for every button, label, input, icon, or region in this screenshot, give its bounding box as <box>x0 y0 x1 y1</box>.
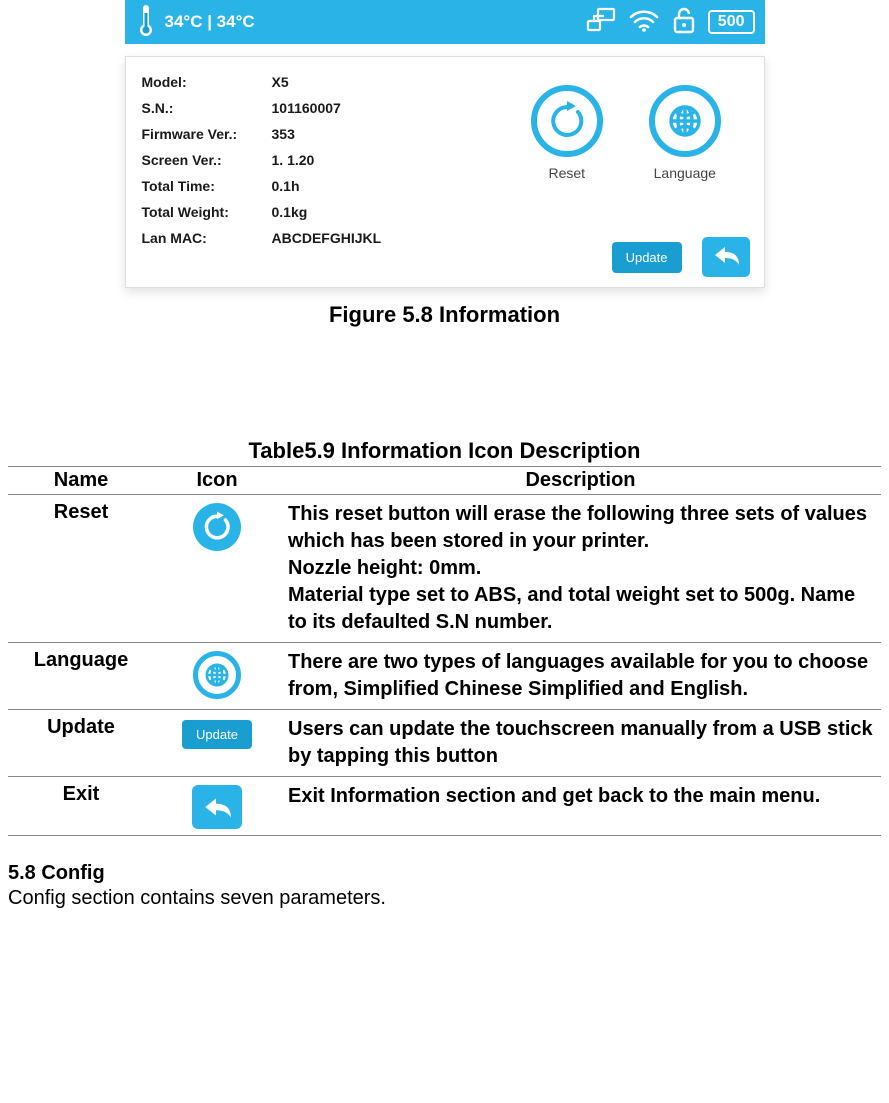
status-temp: 34°C | 34°C <box>165 12 255 32</box>
info-list: Model:X5 S.N.:101160007 Firmware Ver.:35… <box>126 57 489 287</box>
reset-label: Reset <box>549 165 586 181</box>
row-name: Exit <box>8 777 154 836</box>
info-key: Model: <box>142 74 272 90</box>
status-count: 500 <box>708 10 755 34</box>
thermometer-icon <box>137 3 155 42</box>
table-row: Reset This reset button will erase the f… <box>8 495 881 643</box>
info-val: 1. 1.20 <box>272 152 315 168</box>
update-pill-icon: Update <box>182 720 252 749</box>
globe-icon <box>193 651 241 699</box>
info-val: 0.1kg <box>272 204 308 220</box>
back-icon <box>192 785 242 829</box>
row-desc: Users can update the touchscreen manuall… <box>280 710 881 777</box>
device-screenshot: 34°C | 34°C <box>125 0 765 288</box>
reset-button[interactable]: Reset <box>531 85 603 181</box>
row-desc: There are two types of languages availab… <box>280 643 881 710</box>
language-label: Language <box>654 165 716 181</box>
row-desc: This reset button will erase the followi… <box>280 495 881 643</box>
section-body: Config section contains seven parameters… <box>8 887 881 910</box>
table-title: Table5.9 Information Icon Description <box>8 438 881 464</box>
col-desc: Description <box>280 467 881 495</box>
info-key: Screen Ver.: <box>142 152 272 168</box>
row-icon: Update <box>154 710 280 777</box>
lock-open-icon <box>672 6 696 39</box>
row-name: Update <box>8 710 154 777</box>
col-icon: Icon <box>154 467 280 495</box>
row-icon <box>154 777 280 836</box>
info-val: 101160007 <box>272 100 341 116</box>
language-button[interactable]: Language <box>649 85 721 181</box>
network-icon <box>586 7 616 38</box>
info-key: Firmware Ver.: <box>142 126 272 142</box>
table-row: Exit Exit Information section and get ba… <box>8 777 881 836</box>
row-icon <box>154 643 280 710</box>
row-icon <box>154 495 280 643</box>
info-key: Total Weight: <box>142 204 272 220</box>
section-heading: 5.8 Config <box>8 862 881 885</box>
info-val: ABCDEFGHIJKL <box>272 230 382 246</box>
info-val: X5 <box>272 74 289 90</box>
icon-description-table: Name Icon Description Reset This reset b… <box>8 466 881 836</box>
row-name: Reset <box>8 495 154 643</box>
back-arrow-icon <box>711 243 741 272</box>
col-name: Name <box>8 467 154 495</box>
back-button[interactable] <box>702 237 750 277</box>
reset-icon <box>531 85 603 157</box>
table-row: Update Update Users can update the touch… <box>8 710 881 777</box>
info-key: Lan MAC: <box>142 230 272 246</box>
globe-icon <box>649 85 721 157</box>
info-panel: Model:X5 S.N.:101160007 Firmware Ver.:35… <box>125 56 765 288</box>
reset-icon <box>193 503 241 551</box>
table-row: Language There are two types of language… <box>8 643 881 710</box>
info-key: S.N.: <box>142 100 272 116</box>
figure-caption: Figure 5.8 Information <box>8 302 881 328</box>
status-bar: 34°C | 34°C <box>125 0 765 44</box>
info-val: 353 <box>272 126 295 142</box>
row-name: Language <box>8 643 154 710</box>
info-key: Total Time: <box>142 178 272 194</box>
info-val: 0.1h <box>272 178 300 194</box>
update-button[interactable]: Update <box>612 242 682 273</box>
wifi-icon <box>628 7 660 38</box>
row-desc: Exit Information section and get back to… <box>280 777 881 836</box>
